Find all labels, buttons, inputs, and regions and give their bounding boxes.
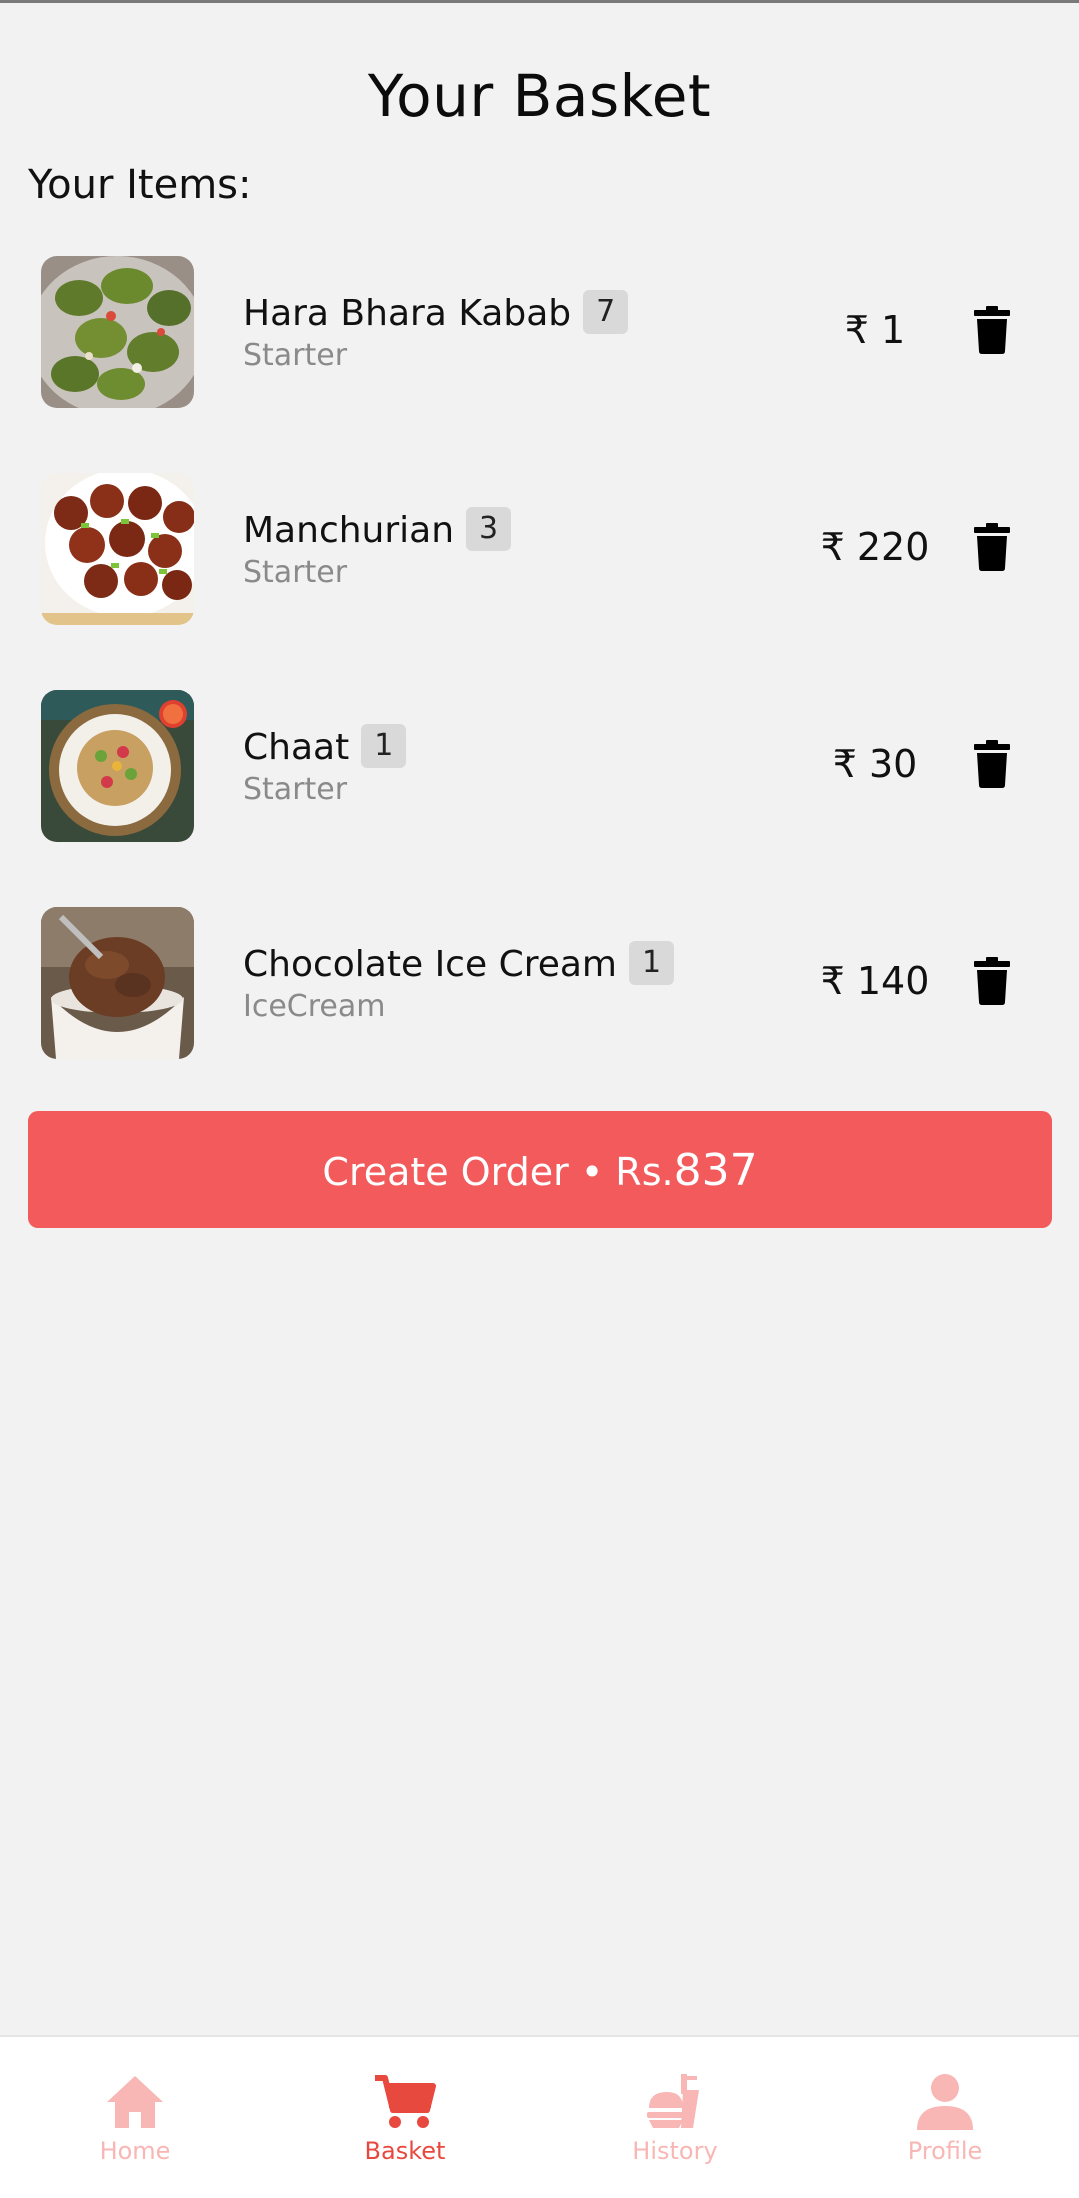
tab-basket[interactable]: Basket [270,2037,540,2198]
tab-profile[interactable]: Profile [810,2037,1079,2198]
item-name: Manchurian [243,510,455,551]
quantity-badge: 1 [361,724,407,768]
item-image [41,256,194,408]
trash-icon[interactable] [974,957,1010,1005]
item-image [41,690,194,842]
item-name-row: Chaat 1 [243,724,407,768]
item-name-row: Manchurian 3 [243,507,512,551]
item-category: Starter [243,772,348,807]
item-price: ₹ 1 [844,308,906,352]
page-title: Your Basket [367,62,712,130]
item-price: ₹ 140 [820,959,930,1003]
trash-icon[interactable] [974,740,1010,788]
profile-icon [917,2074,973,2130]
item-image [41,473,194,625]
tab-label: Profile [907,2137,983,2165]
create-order-button[interactable]: Create Order • Rs.837 [28,1111,1052,1228]
quantity-badge: 1 [629,941,675,985]
items-section-label: Your Items: [28,162,252,208]
cart-icon [375,2075,436,2128]
tab-home[interactable]: Home [0,2037,270,2198]
item-image [41,907,194,1059]
history-icon [647,2074,699,2128]
tab-label: Home [99,2137,171,2165]
create-order-label: Create Order • Rs. [322,1150,674,1194]
home-icon [107,2076,163,2128]
trash-icon[interactable] [974,523,1010,571]
item-name: Chocolate Ice Cream [243,944,617,985]
basket-item: Hara Bhara Kabab 7 Starter ₹ 1 [0,256,1079,408]
item-price: ₹ 220 [820,525,930,569]
tab-label: Basket [364,2137,446,2165]
quantity-badge: 3 [466,507,512,551]
top-divider [0,0,1079,3]
quantity-badge: 7 [583,290,629,334]
order-total: 837 [673,1145,758,1196]
item-name-row: Chocolate Ice Cream 1 [243,941,675,985]
tab-label: History [632,2137,718,2165]
basket-item: Manchurian 3 Starter ₹ 220 [0,473,1079,625]
item-price: ₹ 30 [832,742,918,786]
basket-item: Chaat 1 Starter ₹ 30 [0,690,1079,842]
item-category: Starter [243,338,348,373]
item-category: Starter [243,555,348,590]
basket-item: Chocolate Ice Cream 1 IceCream ₹ 140 [0,907,1079,1059]
trash-icon[interactable] [974,306,1010,354]
tab-history[interactable]: History [540,2037,810,2198]
item-name: Hara Bhara Kabab [243,293,572,334]
item-name-row: Hara Bhara Kabab 7 [243,290,629,334]
item-category: IceCream [243,989,386,1024]
item-name: Chaat [243,727,350,768]
bottom-tab-bar: Home Basket History Profile [0,2035,1079,2198]
